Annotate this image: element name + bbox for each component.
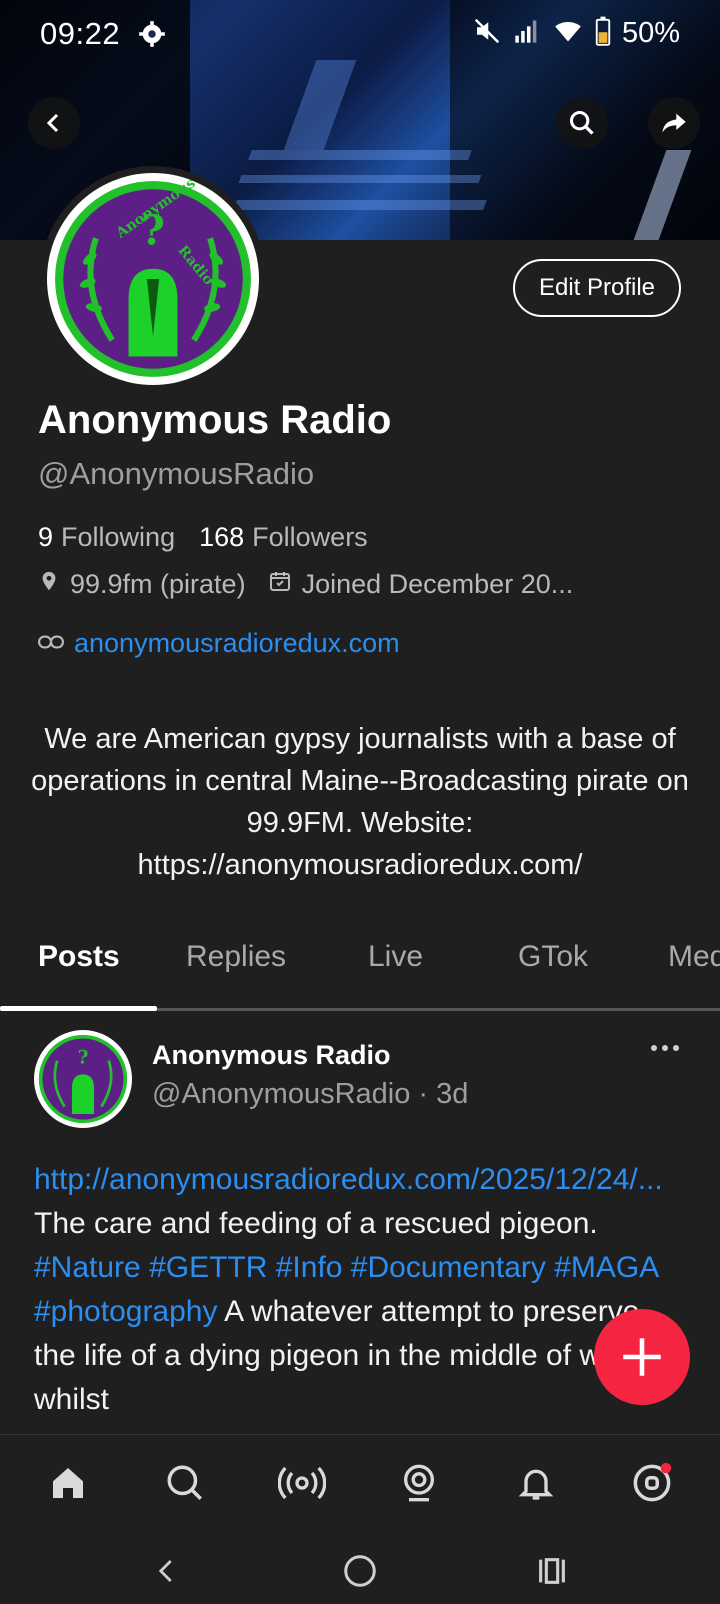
- live-broadcast-icon: [278, 1466, 326, 1500]
- follow-stats: 9 Following 168 Followers: [38, 522, 368, 553]
- signal-icon: [512, 17, 542, 50]
- back-button[interactable]: [28, 97, 80, 149]
- location-icon: [38, 568, 60, 601]
- post-more-button[interactable]: [650, 1040, 680, 1058]
- chevron-left-icon: [46, 113, 59, 133]
- search-icon: [167, 1465, 202, 1500]
- gear-icon: [138, 20, 166, 53]
- back-icon: [158, 1560, 172, 1582]
- followers-count: 168: [199, 522, 245, 552]
- edit-profile-button[interactable]: Edit Profile: [513, 259, 681, 317]
- profile-handle: @AnonymousRadio: [38, 456, 315, 491]
- nav-search[interactable]: [157, 1455, 213, 1511]
- profile-avatar[interactable]: ? Anonymous Radio: [40, 166, 266, 392]
- website-link[interactable]: anonymousradioredux.com: [74, 628, 400, 659]
- calendar-icon: [268, 569, 292, 600]
- recents-icon: [539, 1558, 565, 1584]
- svg-text:?: ?: [78, 1047, 89, 1068]
- battery-icon: [594, 16, 612, 51]
- gtok-icon: [404, 1464, 434, 1502]
- post-handle-time: @AnonymousRadio · 3d: [152, 1078, 469, 1110]
- status-time: 09:22: [40, 16, 121, 51]
- following-count: 9: [38, 522, 54, 552]
- followers-label: Followers: [252, 522, 368, 552]
- nav-gtok[interactable]: [391, 1455, 447, 1511]
- battery-percent: 50%: [621, 17, 680, 49]
- search-icon: [569, 110, 594, 135]
- tab-gtok[interactable]: GTok: [518, 940, 588, 974]
- plus-icon: [623, 1338, 661, 1376]
- nav-live[interactable]: [274, 1455, 330, 1511]
- following-label: Following: [61, 522, 176, 552]
- followers-link[interactable]: 168 Followers: [199, 522, 368, 553]
- post-text: The care and feeding of a rescued pigeon…: [34, 1207, 598, 1240]
- link-icon: [38, 628, 64, 659]
- nav-home[interactable]: [40, 1455, 96, 1511]
- tab-live[interactable]: Live: [368, 940, 423, 974]
- mute-icon: [472, 16, 502, 51]
- tab-replies[interactable]: Replies: [186, 940, 286, 974]
- tab-media[interactable]: Med: [668, 940, 720, 974]
- post-link[interactable]: http://anonymousradioredux.com/2025/12/2…: [34, 1163, 663, 1196]
- system-home-button[interactable]: [335, 1546, 385, 1596]
- nav-notifications[interactable]: [508, 1455, 564, 1511]
- post-author[interactable]: Anonymous Radio: [152, 1040, 391, 1071]
- more-dots-icon: [651, 1045, 679, 1051]
- profile-tabs: Posts Replies Live GTok Med: [0, 930, 720, 1012]
- bell-icon: [518, 1469, 554, 1500]
- home-icon: [53, 1468, 83, 1498]
- home-circle-icon: [344, 1555, 376, 1587]
- website-row[interactable]: anonymousradioredux.com: [38, 628, 400, 659]
- share-icon: [662, 113, 686, 133]
- location-text: 99.9fm (pirate): [70, 569, 246, 599]
- tab-posts[interactable]: Posts: [38, 940, 120, 974]
- post-avatar[interactable]: ?: [34, 1030, 132, 1128]
- system-nav-bar: [0, 1534, 720, 1604]
- profile-name: Anonymous Radio: [38, 398, 392, 442]
- system-recents-button[interactable]: [527, 1546, 577, 1596]
- tab-active-indicator: [0, 1006, 157, 1011]
- post-body[interactable]: http://anonymousradioredux.com/2025/12/2…: [34, 1158, 664, 1428]
- status-bar: 09:22 50%: [0, 0, 720, 70]
- profile-bio: We are American gypsy journalists with a…: [31, 723, 689, 881]
- anonymous-radio-logo: ?: [38, 1034, 128, 1124]
- share-button[interactable]: [648, 97, 700, 149]
- following-link[interactable]: 9 Following: [38, 522, 175, 553]
- circle-icon: [633, 1462, 672, 1502]
- profile-meta: 99.9fm (pirate) Joined December 20...: [38, 568, 573, 601]
- system-back-button[interactable]: [142, 1546, 192, 1596]
- bottom-nav: [0, 1434, 720, 1534]
- wifi-icon: [552, 17, 584, 50]
- compose-button[interactable]: [594, 1309, 690, 1405]
- nav-profile[interactable]: [624, 1455, 680, 1511]
- joined-text: Joined December 20...: [301, 569, 574, 599]
- search-button[interactable]: [556, 97, 608, 149]
- anonymous-radio-logo: ? Anonymous Radio: [55, 177, 251, 377]
